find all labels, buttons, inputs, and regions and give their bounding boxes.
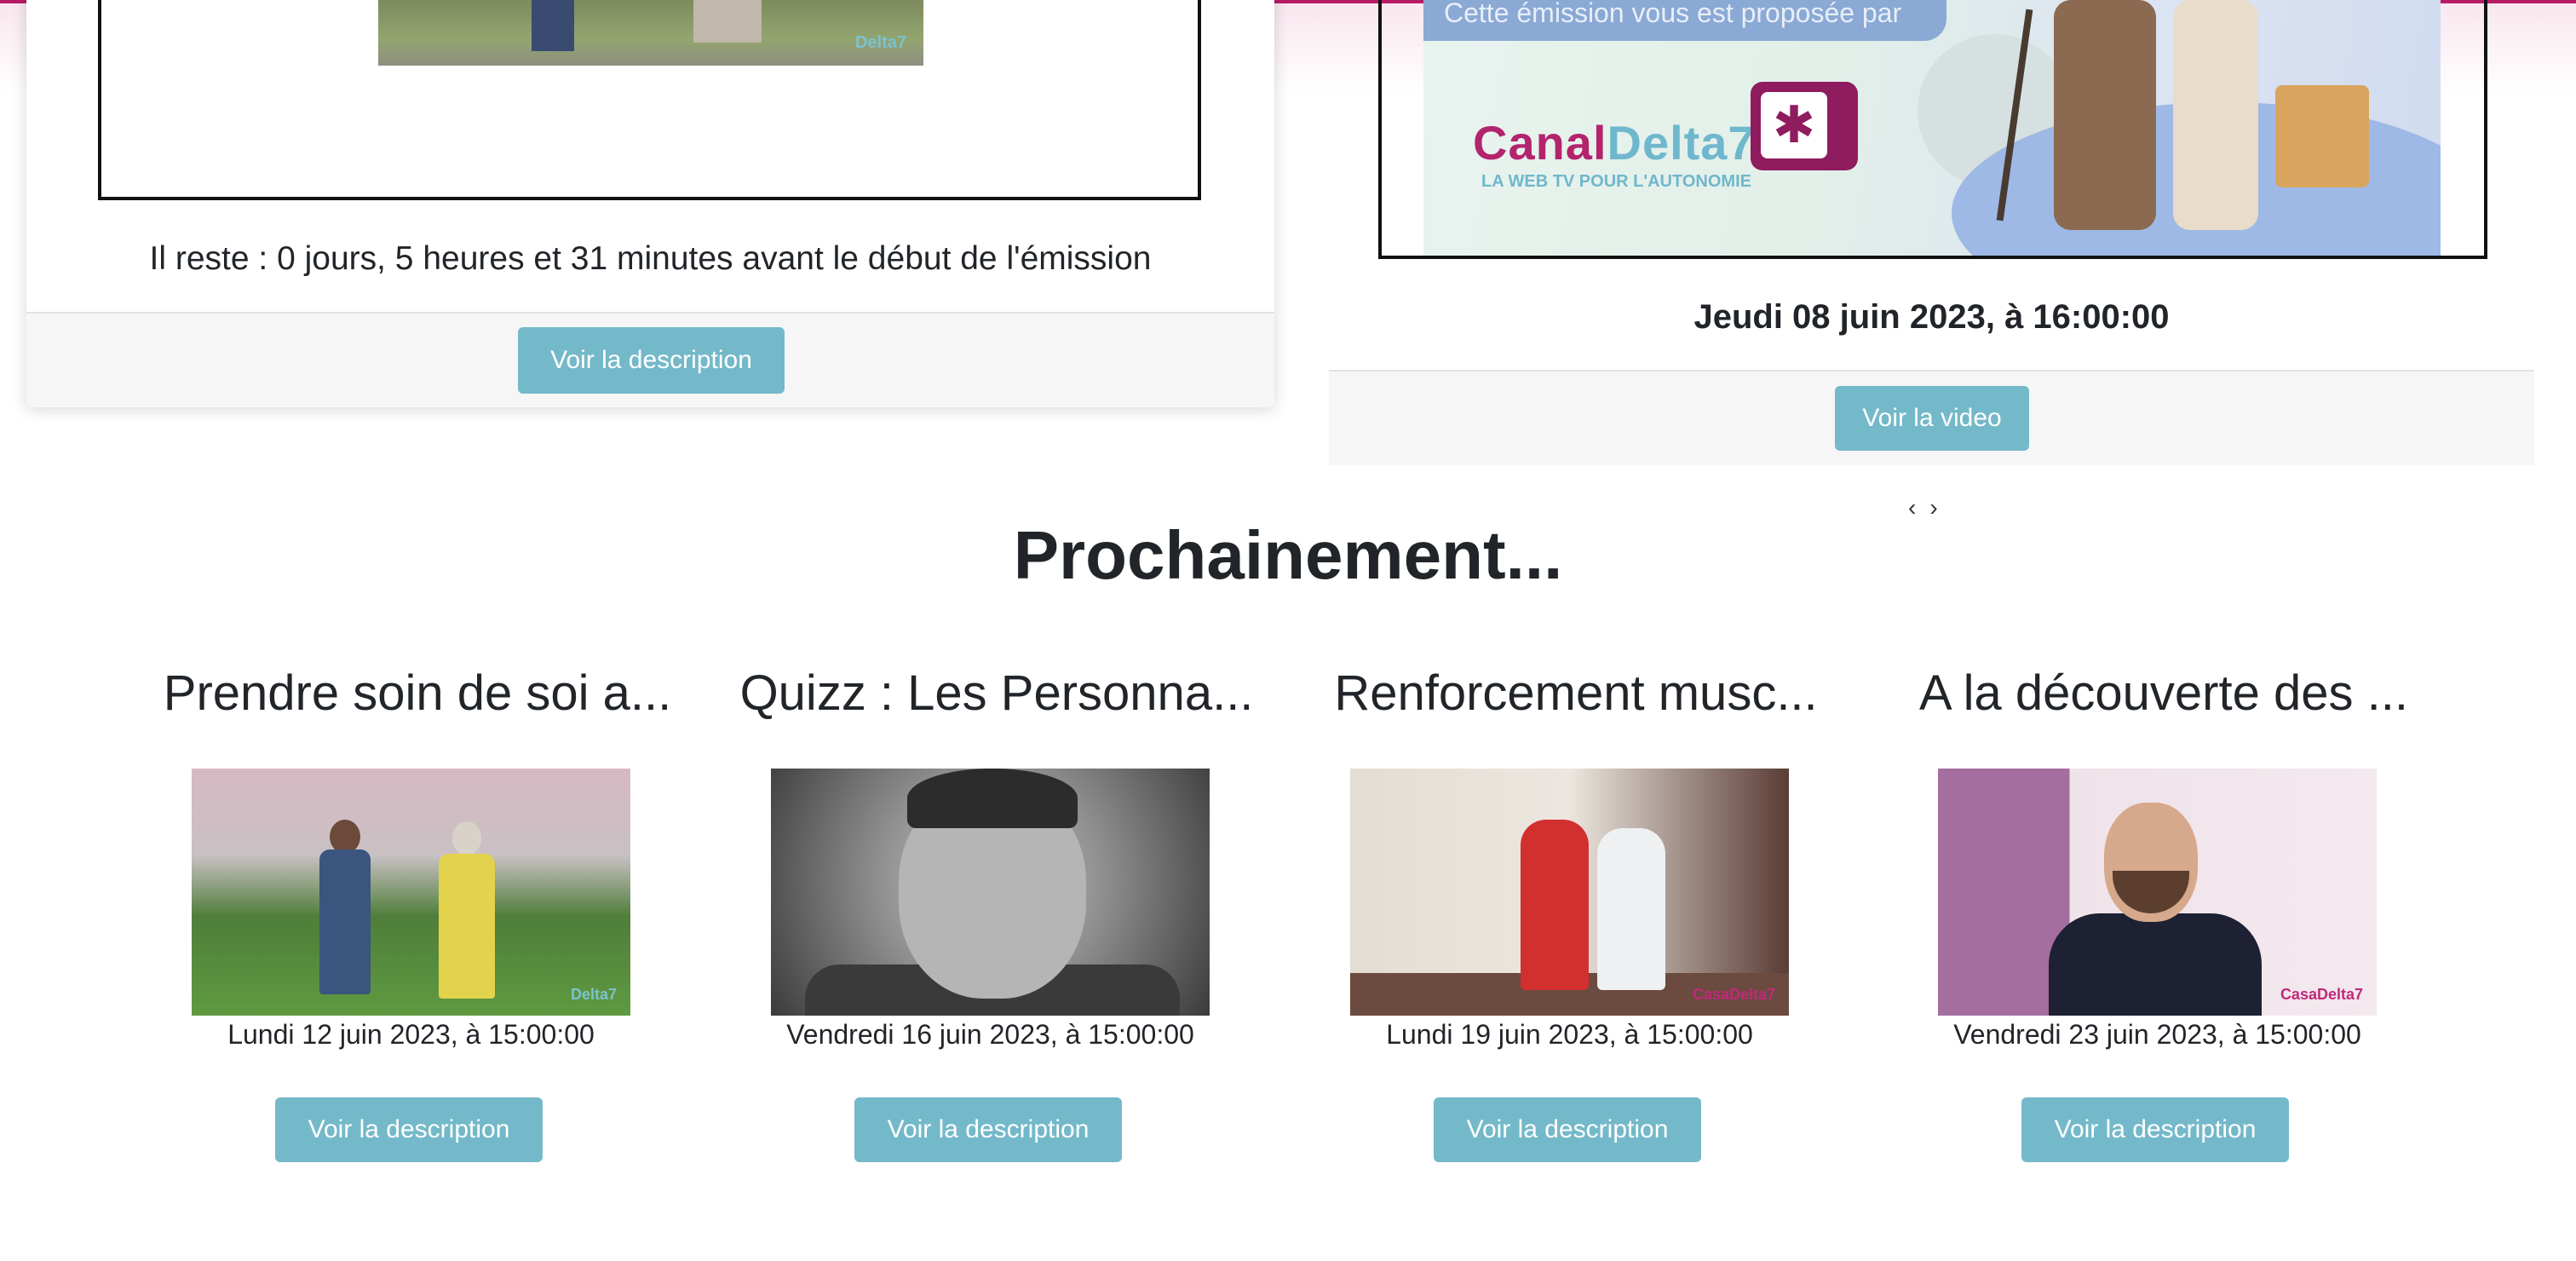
watch-video-button[interactable]: Voir la video [1835,386,2029,451]
upcoming-date: Lundi 12 juin 2023, à 15:00:00 [227,1019,595,1050]
upcoming-thumbnail[interactable]: CasaDelta7 [1938,769,2377,1016]
upcoming-card: Prendre soin de soi a... Delta7 Lundi 12… [136,665,699,1176]
view-description-button[interactable]: Voir la description [1434,1097,1701,1162]
tv-logo-icon: ✱ [1751,82,1858,170]
sponsor-label: Cette émission vous est proposée par [1423,0,1946,41]
section-title: Prochainement... [1013,517,1563,593]
upcoming-card: Renforcement musc... CasaDelta7 Lundi 19… [1295,665,1857,1176]
upcoming-date: Vendredi 23 juin 2023, à 15:00:00 [1953,1019,2361,1050]
view-description-button[interactable]: Voir la description [275,1097,543,1162]
thumbnail-watermark: Delta7 [570,986,617,1003]
upcoming-card: Quizz : Les Personna... Vendredi 16 juin… [716,665,1278,1176]
live-show-thumbnail[interactable]: Delta7 [378,0,923,66]
thumbnail-watermark: CasaDelta7 [2280,986,2363,1003]
view-description-button[interactable]: Voir la description [854,1097,1122,1162]
thumbnail-watermark: Delta7 [854,33,906,52]
upcoming-title: Prendre soin de soi a... [163,665,672,721]
logo-tagline: LA WEB TV POUR L'AUTONOMIE [1481,172,1751,191]
upcoming-date: Lundi 19 juin 2023, à 15:00:00 [1386,1019,1753,1050]
upcoming-card: A la découverte des ... CasaDelta7 Vendr… [1883,665,2445,1176]
view-description-button[interactable]: Voir la description [2021,1097,2289,1162]
show-date: Jeudi 08 juin 2023, à 16:00:00 [1693,298,2170,336]
upcoming-title: A la découverte des ... [1919,665,2408,721]
upcoming-date: Vendredi 16 juin 2023, à 15:00:00 [786,1019,1194,1050]
upcoming-thumbnail[interactable]: Delta7 [192,769,630,1016]
upcoming-title: Renforcement musc... [1334,665,1818,721]
canal-delta-logo: CanalDelta7 [1473,116,1756,170]
sponsor-banner[interactable]: Cette émission vous est proposée par Can… [1423,0,2441,256]
upcoming-thumbnail[interactable]: CasaDelta7 [1350,769,1789,1016]
upcoming-thumbnail[interactable] [771,769,1210,1016]
countdown-text: Il reste : 0 jours, 5 heures et 31 minut… [149,240,1152,277]
thumbnail-watermark: CasaDelta7 [1692,986,1775,1003]
upcoming-title: Quizz : Les Personna... [739,665,1254,721]
view-description-button[interactable]: Voir la description [518,327,785,394]
